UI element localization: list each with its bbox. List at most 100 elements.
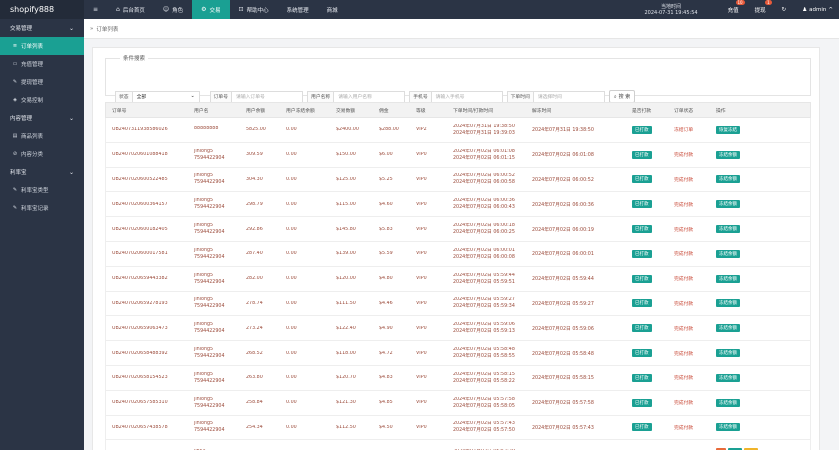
sidebar-item[interactable]: ✎ 利率宝类型 — [0, 181, 84, 199]
table-row: UB2407020657438578 jinlong5 7594422904 254.… — [105, 415, 811, 441]
withdraw-button[interactable]: 提现 1 — [755, 0, 772, 14]
unfreeze-time: 2024年07月02日 05:59:06 — [532, 326, 594, 332]
user-phone: 7594422904 — [194, 329, 225, 335]
sidebar-item-icon: ✎ — [12, 187, 18, 193]
phone-input[interactable]: 请输入手机号 — [430, 90, 503, 103]
order-table: 订单号 用户名 用户余额 用户冻结余额 交易数额 佣金 等级 下单时间/打款时间 解冻时间 是否打… — [105, 102, 811, 450]
chevron-down-icon: ⌄ — [68, 24, 74, 32]
menu-toggle-icon[interactable]: ≡ — [84, 0, 107, 19]
paid-cell: 已打款 — [626, 299, 668, 308]
order-times: 2024年07月02日 06:00:36 2024年07月02日 06:00:43 — [447, 198, 526, 210]
trade-amount: $112.50 — [336, 424, 356, 430]
withdraw-badge: 1 — [765, 0, 772, 5]
sidebar-item-icon: ◈ — [13, 97, 17, 103]
sidebar-item-icon: ✎ — [12, 205, 18, 211]
search-button-label: 搜 索 — [618, 94, 631, 100]
nav-item[interactable]: ☺ 角色 — [154, 0, 192, 19]
action-cell: 冻结余额 — [710, 225, 810, 234]
sidebar-item[interactable]: ✎ 提现管理 — [0, 73, 84, 91]
breadcrumb-label[interactable]: 订单列表 — [96, 25, 118, 33]
order-time: 2024年07月02日 06:00:36 — [453, 198, 515, 204]
top-nav: ≡ ⌂ 后台首页 ☺ 角色 ⚙ 交易 ⊡ 帮助中心 系统管理 商城 — [84, 0, 347, 19]
action-cell: 冻结余额 — [710, 299, 810, 308]
vip-level: VIP0 — [416, 201, 427, 207]
user-balance: 258.84 — [246, 400, 263, 406]
nav-label: 商城 — [326, 7, 338, 14]
nav-item[interactable]: ⊡ 帮助中心 — [230, 0, 278, 19]
username: jinlong5 — [194, 322, 214, 328]
action-button[interactable]: 冻结余额 — [716, 274, 740, 283]
table-row: UB2407311938586026 88888888 5825.00 0.00 $24… — [105, 118, 811, 143]
brand-logo[interactable]: shopify888 — [0, 0, 84, 19]
order-id: UB2407020600017581 — [112, 251, 168, 257]
action-button[interactable]: 冻结余额 — [716, 349, 740, 358]
paid-cell: 已打款 — [626, 349, 668, 358]
user-balance: 268.52 — [246, 350, 263, 356]
action-cell: 冻结余额 — [710, 373, 810, 382]
sidebar-item[interactable]: ≡ 订单列表 — [0, 37, 84, 55]
order-time: 2024年07月02日 06:01:08 — [453, 148, 515, 154]
admin-menu[interactable]: ♟ admin ^ — [802, 7, 833, 13]
action-button[interactable]: 冻结余额 — [716, 324, 740, 333]
frozen-balance: 0.00 — [286, 127, 297, 133]
action-button[interactable]: 冻结余额 — [716, 423, 740, 432]
order-input[interactable]: 请输入订单号 — [231, 90, 304, 103]
nav-label: 后台首页 — [122, 7, 145, 14]
order-time: 2024年07月02日 06:00:01 — [453, 247, 515, 253]
column-header: 是否打款 — [632, 108, 652, 114]
sidebar-item[interactable]: ◈ 交易控制 — [0, 91, 84, 109]
user-phone: 7594422904 — [194, 403, 225, 409]
top-right: 当地时间 2024-07-31 19:45:54 充值 10 提现 1 ↻ ♟ … — [644, 0, 839, 19]
sidebar-group[interactable]: 内容管理 ⌄ — [0, 109, 84, 127]
sidebar-item[interactable]: ▭ 充值管理 — [0, 55, 84, 73]
nav-item[interactable]: ⌂ 后台首页 — [107, 0, 154, 19]
vip-level: VIP0 — [416, 152, 427, 158]
vip-level: VIP0 — [416, 350, 427, 356]
sidebar-item-label: 订单列表 — [21, 44, 44, 50]
frozen-balance: 0.00 — [286, 176, 297, 182]
sidebar-item[interactable]: ⊘ 内容分类 — [0, 145, 84, 163]
sidebar-item[interactable]: ▤ 商品列表 — [0, 127, 84, 145]
user-icon: ♟ — [802, 6, 808, 13]
paid-cell: 已打款 — [626, 225, 668, 234]
user-input[interactable]: 请输入用户名称 — [333, 90, 406, 103]
refresh-icon[interactable]: ↻ — [782, 7, 787, 13]
order-time: 2024年07月02日 06:00:18 — [453, 223, 515, 229]
column-header: 解冻时间 — [532, 108, 552, 114]
nav-icon: ⊡ — [238, 6, 244, 13]
paid-cell: 已打款 — [626, 200, 668, 209]
order-time: 2024年07月02日 05:57:58 — [453, 396, 515, 402]
order-status: 完成付款 — [674, 177, 694, 183]
commission: $4.72 — [379, 350, 393, 356]
frozen-balance: 0.00 — [286, 375, 297, 381]
sidebar-group[interactable]: 利率宝 ⌄ — [0, 163, 84, 181]
vip-level: VIP0 — [416, 276, 427, 282]
sidebar-item[interactable]: ✎ 利率宝记录 — [0, 199, 84, 217]
sidebar-item-icon: ▭ — [12, 61, 18, 67]
sidebar-group[interactable]: 交易管理 ⌄ — [0, 19, 84, 37]
order-status: 完成付款 — [674, 326, 694, 332]
action-button[interactable]: 冻结余额 — [716, 175, 740, 184]
action-button[interactable]: 冻结余额 — [716, 200, 740, 209]
recharge-button[interactable]: 充值 10 — [728, 0, 745, 14]
nav-item[interactable]: ⚙ 交易 — [192, 0, 230, 19]
action-button[interactable]: 冻结余额 — [716, 398, 740, 407]
order-status: 完成付款 — [674, 351, 694, 357]
action-button[interactable]: 冻结余额 — [716, 150, 740, 159]
nav-item[interactable]: 商城 — [318, 0, 347, 19]
status-select[interactable]: 全部 ⌄ — [131, 90, 200, 103]
local-time: 当地时间 2024-07-31 19:45:54 — [644, 4, 697, 16]
nav-item[interactable]: 系统管理 — [278, 0, 318, 19]
action-button[interactable]: 冻结余额 — [716, 299, 740, 308]
action-button[interactable]: 冻结余额 — [716, 225, 740, 234]
action-button[interactable]: 冻结余额 — [716, 249, 740, 258]
vip-level: VIP0 — [416, 424, 427, 430]
paid-cell: 已打款 — [626, 125, 668, 134]
time-input[interactable]: 请选择时间 — [532, 90, 605, 103]
action-cell: 冻结余额 — [710, 349, 810, 358]
user-cell: jinlong5 7594422904 — [188, 248, 240, 260]
action-button[interactable]: 恢复冻结 — [716, 125, 740, 134]
order-times: 2024年07月02日 06:00:18 2024年07月02日 06:00:25 — [447, 223, 526, 235]
order-time: 2024年07月02日 05:58:15 — [453, 371, 515, 377]
action-button[interactable]: 冻结余额 — [716, 373, 740, 382]
